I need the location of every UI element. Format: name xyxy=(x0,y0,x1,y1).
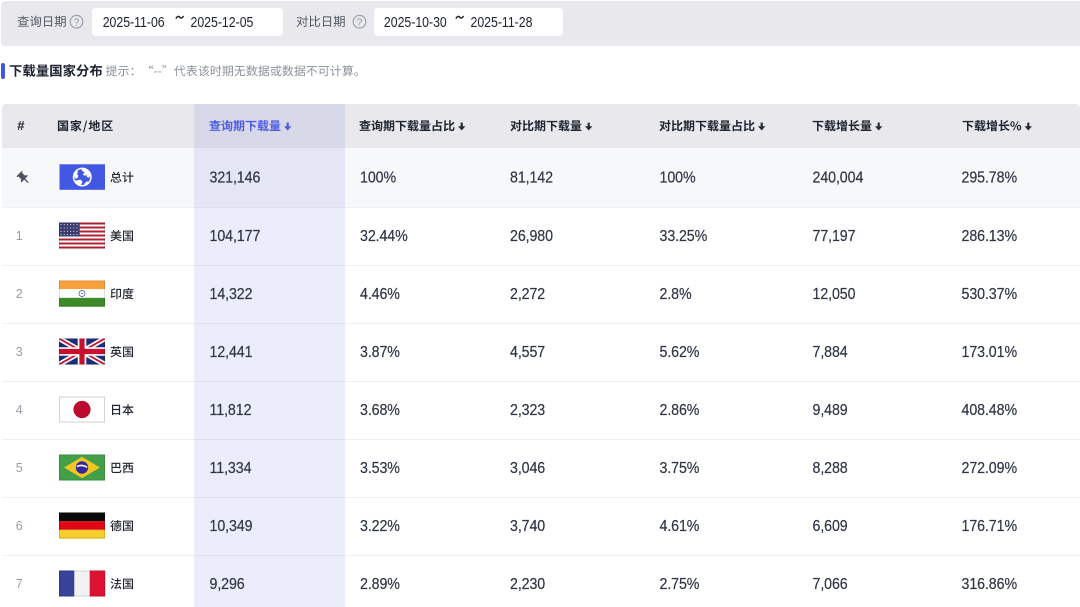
svg-text:2025-11-28: 2025-11-28 xyxy=(471,14,533,30)
svg-text:3: 3 xyxy=(16,345,23,359)
svg-text:316.86%: 316.86% xyxy=(962,577,1017,594)
svg-text:26,980: 26,980 xyxy=(510,229,553,246)
svg-text:295.78%: 295.78% xyxy=(962,170,1017,187)
svg-text:11,812: 11,812 xyxy=(210,403,252,420)
svg-text:81,142: 81,142 xyxy=(510,170,553,187)
svg-text:3.53%: 3.53% xyxy=(360,461,400,478)
svg-text:100%: 100% xyxy=(660,170,696,187)
svg-text:4.46%: 4.46% xyxy=(360,287,400,304)
svg-text:9,489: 9,489 xyxy=(813,403,848,420)
svg-text:9,296: 9,296 xyxy=(210,577,245,594)
svg-text:8,288: 8,288 xyxy=(813,461,848,478)
svg-text:321,146: 321,146 xyxy=(210,170,261,187)
svg-text:3,740: 3,740 xyxy=(510,519,545,536)
svg-text:2025-12-05: 2025-12-05 xyxy=(191,14,254,30)
svg-text:7,884: 7,884 xyxy=(813,345,848,362)
svg-text:2.8%: 2.8% xyxy=(660,287,692,304)
svg-text:530.37%: 530.37% xyxy=(962,287,1017,304)
svg-text:4,557: 4,557 xyxy=(510,345,545,362)
svg-text:272.09%: 272.09% xyxy=(962,461,1017,478)
svg-text:12,441: 12,441 xyxy=(210,345,253,362)
svg-text:2.75%: 2.75% xyxy=(660,577,700,594)
svg-text:12,050: 12,050 xyxy=(813,287,856,304)
svg-text:2025-10-30: 2025-10-30 xyxy=(384,14,447,30)
svg-text:2,230: 2,230 xyxy=(510,577,545,594)
svg-text:11,334: 11,334 xyxy=(210,461,252,478)
svg-text:7: 7 xyxy=(16,577,23,591)
svg-text:3.22%: 3.22% xyxy=(360,519,400,536)
svg-text:5.62%: 5.62% xyxy=(660,345,700,362)
svg-text:#: # xyxy=(17,118,25,133)
svg-text:286.13%: 286.13% xyxy=(962,229,1017,246)
svg-text:4: 4 xyxy=(16,403,23,417)
svg-text:240,004: 240,004 xyxy=(813,170,864,187)
svg-text:176.71%: 176.71% xyxy=(962,519,1017,536)
svg-text:10,349: 10,349 xyxy=(210,519,253,536)
svg-text:173.01%: 173.01% xyxy=(962,345,1017,362)
svg-text:77,197: 77,197 xyxy=(813,229,856,246)
svg-text:7,066: 7,066 xyxy=(813,577,848,594)
svg-text:2: 2 xyxy=(16,287,23,301)
svg-text:408.48%: 408.48% xyxy=(962,403,1017,420)
svg-text:33.25%: 33.25% xyxy=(660,229,708,246)
svg-text:?: ? xyxy=(74,17,80,28)
svg-text:6: 6 xyxy=(16,519,23,533)
svg-text:3,046: 3,046 xyxy=(510,461,545,478)
svg-text:1: 1 xyxy=(16,229,23,243)
svg-text:4.61%: 4.61% xyxy=(660,519,700,536)
svg-text:2025-11-06: 2025-11-06 xyxy=(103,14,165,30)
svg-text:6,609: 6,609 xyxy=(813,519,848,536)
svg-text:?: ? xyxy=(357,17,363,28)
svg-text:3.75%: 3.75% xyxy=(660,461,700,478)
svg-text:2,272: 2,272 xyxy=(510,287,545,304)
svg-text:32.44%: 32.44% xyxy=(360,229,408,246)
svg-text:3.87%: 3.87% xyxy=(360,345,400,362)
svg-text:14,322: 14,322 xyxy=(210,287,253,304)
svg-text:3.68%: 3.68% xyxy=(360,403,400,420)
svg-text:104,177: 104,177 xyxy=(210,229,261,246)
svg-text:2.86%: 2.86% xyxy=(660,403,700,420)
svg-text:2,323: 2,323 xyxy=(510,403,545,420)
svg-text:5: 5 xyxy=(16,461,23,475)
svg-text:100%: 100% xyxy=(360,170,396,187)
svg-text:2.89%: 2.89% xyxy=(360,577,400,594)
